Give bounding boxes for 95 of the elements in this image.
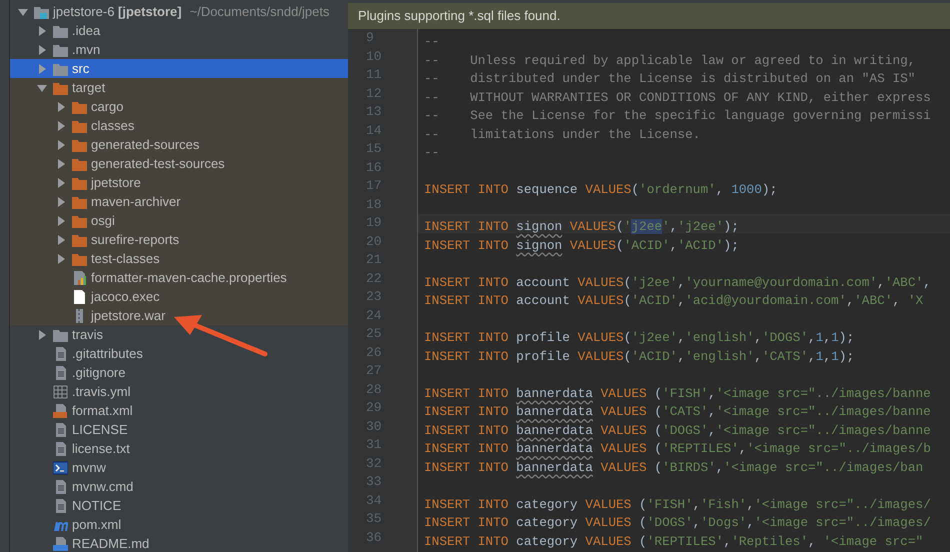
code-line: INSERT INTO bannerdata VALUES ('REPTILES','<image src="../images/b [423,440,931,458]
folder-icon [72,156,87,170]
tree-item[interactable]: travis [10,325,348,344]
expand-arrow-icon[interactable] [56,158,66,168]
code-line: INSERT INTO sequence VALUES('ordernum', 1000); [423,181,778,199]
file-icon [72,290,87,304]
folder-icon [53,42,68,56]
expand-arrow-icon[interactable] [56,234,66,244]
tree-item[interactable]: generated-test-sources [10,154,348,173]
code-line: INSERT INTO category VALUES ('DOGS','Dogs','<image src="../images/ [423,514,931,532]
code-line: INSERT INTO signon VALUES('j2ee','j2ee'); [423,218,739,236]
text-file-icon [53,366,68,380]
code-line: INSERT INTO signon VALUES('ACID','ACID'); [423,236,739,254]
code-line: -- WITHOUT WARRANTIES OR CONDITIONS OF ANY KIND, either express [423,88,931,106]
expand-arrow-icon[interactable] [37,26,47,36]
folder-icon [72,232,87,246]
code-line: INSERT INTO profile VALUES('j2ee','english','DOGS',1,1); [423,329,854,347]
tree-item[interactable]: classes [10,116,348,135]
code-line: -- [423,33,440,51]
properties-file-icon [72,270,87,284]
xml-file-icon [53,404,68,418]
code-line: INSERT INTO bannerdata VALUES ('BIRDS','<image src="../images/ban [423,458,924,476]
code-line: INSERT INTO bannerdata VALUES ('DOGS','<image src="../images/banne [423,422,931,440]
text-file-icon [53,498,68,512]
expand-arrow-icon[interactable] [37,330,47,340]
tree-item[interactable]: osgi [10,211,348,230]
code-line: INSERT INTO category VALUES ('FISH','Fish','<image src="../images/ [423,496,931,514]
code-line: INSERT INTO profile VALUES('ACID','english','CATS',1,1); [423,348,854,366]
notification-bar: Plugins supporting *.sql files found. [348,0,950,29]
expand-arrow-icon[interactable] [56,216,66,226]
code-line: INSERT INTO bannerdata VALUES ('CATS','<image src="../images/banne [423,403,931,421]
expand-arrow-icon[interactable] [56,120,66,130]
tree-item[interactable]: generated-sources [10,135,348,154]
tree-item[interactable]: test-classes [10,249,348,268]
tree-item[interactable]: jacoco.exec [10,287,348,306]
tree-item[interactable]: mvnw.cmd [10,477,348,496]
folder-icon [53,62,68,76]
markdown-file-icon [53,536,68,550]
terminal-icon [53,460,68,474]
tree-item[interactable]: pom.xml [10,515,348,534]
tree-item[interactable]: src [10,59,348,78]
folder-icon [53,24,68,38]
folder-icon [72,118,87,132]
tree-item[interactable]: NOTICE [10,496,348,515]
tree-item[interactable]: jpetstore.war [10,306,348,325]
tree-item[interactable]: maven-archiver [10,192,348,211]
tree-item[interactable]: .mvn [10,40,348,59]
folder-icon [72,194,87,208]
tree-item[interactable]: LICENSE [10,420,348,439]
expand-arrow-icon[interactable] [56,102,66,112]
tree-item[interactable]: .gitignore [10,363,348,382]
code-line: INSERT INTO bannerdata VALUES ('FISH','<image src="../images/banne [423,384,931,402]
code-line: INSERT INTO account VALUES('ACID','acid@yourdomain.com','ABC', 'X [423,292,924,310]
code-line: -- limitations under the License. [423,126,700,144]
table-file-icon [53,384,68,398]
tree-item[interactable]: cargo [10,97,348,116]
tree-item[interactable]: surefire-reports [10,230,348,249]
folder-icon [53,328,68,342]
module-folder-icon [34,4,49,18]
tree-item[interactable]: jpetstore [10,173,348,192]
folder-icon [72,100,87,114]
expand-arrow-icon[interactable] [37,44,47,54]
code-line: -- Unless required by applicable law or agreed to in writing, [423,52,916,70]
tree-item[interactable]: .travis.yml [10,382,348,401]
tree-item[interactable]: formatter-maven-cache.properties [10,268,348,287]
project-path: ~/Documents/sndd/jpets [190,2,330,21]
text-file-icon [53,346,68,360]
expand-arrow-icon[interactable] [56,254,66,264]
expand-arrow-icon[interactable] [56,178,66,188]
tree-item[interactable]: .gitattributes [10,344,348,363]
code-line: INSERT INTO category VALUES ('REPTILES','Reptiles', '<image src=" [423,532,924,550]
collapse-arrow-icon[interactable] [37,82,47,92]
folder-icon [72,252,87,266]
folder-icon [72,214,87,228]
tree-item[interactable]: .idea [10,21,348,40]
tree-item[interactable]: README.md [10,534,348,552]
tree-item[interactable]: jpetstore-6 [jpetstore] ~/Documents/sndd/jpets [10,2,348,21]
code-line: INSERT INTO account VALUES('j2ee','yourname@yourdomain.com','ABC', [423,274,931,292]
folder-icon [72,138,87,152]
tree-item[interactable]: format.xml [10,401,348,420]
text-file-icon [53,442,68,456]
folder-icon [53,80,68,94]
text-file-icon [53,422,68,436]
tree-item[interactable]: target [10,78,348,97]
collapse-arrow-icon[interactable] [18,6,28,16]
text-file-icon [53,480,68,494]
code-line: -- See the License for the specific language governing permissi [423,107,931,125]
code-line: -- [423,144,440,162]
tree-item[interactable]: license.txt [10,439,348,458]
expand-arrow-icon[interactable] [56,140,66,150]
expand-arrow-icon[interactable] [56,196,66,206]
tree-item[interactable]: mvnw [10,458,348,477]
folder-icon [72,176,87,190]
expand-arrow-icon[interactable] [37,64,47,74]
code-line: -- distributed under the License is distributed on an "AS IS" [423,70,916,88]
